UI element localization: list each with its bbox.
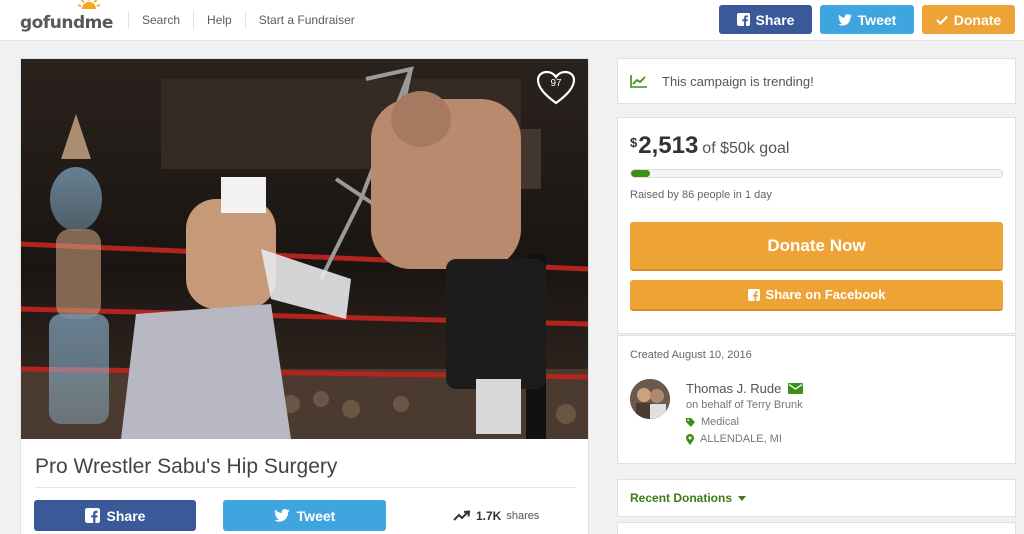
location-pin-icon	[686, 434, 694, 445]
currency-symbol: $	[630, 135, 638, 150]
share-button[interactable]: Share	[34, 500, 196, 531]
caret-down-icon	[738, 495, 747, 501]
main-nav: Search Help Start a Fundraiser	[128, 0, 368, 40]
campaign-photo: 97	[21, 59, 588, 439]
organizer-name-row: Thomas J. Rude	[686, 380, 804, 397]
header-share-button[interactable]: Share	[719, 5, 812, 34]
progress-fill	[631, 170, 650, 177]
sun-icon	[78, 0, 100, 9]
nav-start-fundraiser[interactable]: Start a Fundraiser	[244, 11, 368, 29]
trending-text: This campaign is trending!	[662, 73, 814, 89]
recent-donations-label: Recent Donations	[630, 491, 733, 505]
twitter-icon	[837, 13, 852, 26]
twitter-icon	[273, 509, 290, 522]
logo-text: gofundme	[20, 13, 113, 33]
on-behalf-text: on behalf of Terry Brunk	[686, 399, 803, 411]
location-text: ALLENDALE, MI	[700, 433, 782, 445]
shares-label: shares	[506, 510, 540, 522]
trending-up-icon	[453, 510, 471, 521]
organizer-name[interactable]: Thomas J. Rude	[686, 380, 781, 397]
next-card-edge	[617, 522, 1016, 534]
campaign-title: Pro Wrestler Sabu's Hip Surgery	[35, 455, 338, 478]
share-label: Share	[106, 507, 146, 524]
trending-chart-icon	[630, 75, 647, 88]
facebook-icon	[736, 13, 750, 26]
facebook-icon	[747, 288, 760, 301]
header-tweet-label: Tweet	[857, 11, 897, 28]
header-tweet-button[interactable]: Tweet	[820, 5, 914, 34]
created-date: Created August 10, 2016	[630, 349, 752, 361]
category-row: Medical	[686, 414, 803, 431]
progress-bar	[630, 169, 1003, 178]
organizer-info: Thomas J. Rude on behalf of Terry Brunk …	[686, 380, 804, 448]
donation-card: $ 2,513 of $50k goal Raised by 86 people…	[617, 117, 1016, 334]
share-on-facebook-label: Share on Facebook	[765, 287, 886, 302]
location-row: ALLENDALE, MI	[686, 431, 803, 448]
trending-banner: This campaign is trending!	[617, 58, 1016, 104]
header-donate-label: Donate	[953, 11, 1002, 28]
header-share-label: Share	[755, 11, 795, 28]
avatar-photo	[630, 379, 670, 419]
tag-icon	[686, 418, 695, 427]
check-icon	[935, 15, 948, 25]
shares-count: 1.7K shares	[453, 509, 539, 523]
envelope-icon[interactable]	[788, 383, 804, 394]
goal-text: of $50k goal	[702, 140, 790, 157]
category-text[interactable]: Medical	[701, 414, 739, 431]
heart-count: 97	[550, 78, 562, 89]
tweet-button[interactable]: Tweet	[223, 500, 386, 531]
nav-search[interactable]: Search	[128, 11, 193, 29]
facebook-icon	[84, 508, 100, 523]
shares-number: 1.7K	[476, 509, 502, 523]
campaign-card: 97 Pro Wrestler Sabu's Hip Surgery Share…	[20, 58, 589, 534]
wrestling-photo	[21, 59, 588, 439]
heart-button[interactable]: 97	[536, 70, 576, 106]
gofundme-logo[interactable]: gofundme	[20, 0, 113, 33]
title-divider	[35, 487, 575, 488]
amount-raised: $ 2,513 of $50k goal	[630, 132, 789, 160]
donate-now-button[interactable]: Donate Now	[630, 222, 1003, 271]
nav-help[interactable]: Help	[193, 11, 245, 29]
tweet-label: Tweet	[296, 507, 336, 524]
amount-value: 2,513	[638, 132, 699, 159]
header-donate-button[interactable]: Donate	[922, 5, 1015, 34]
organizer-card: Created August 10, 2016 Thomas J. Rude o…	[617, 335, 1016, 464]
raised-text: Raised by 86 people in 1 day	[630, 189, 772, 201]
avatar[interactable]	[630, 379, 670, 419]
share-on-facebook-button[interactable]: Share on Facebook	[630, 280, 1003, 311]
recent-donations-toggle[interactable]: Recent Donations	[617, 479, 1016, 517]
top-header: gofundme Search Help Start a Fundraiser …	[0, 0, 1024, 41]
